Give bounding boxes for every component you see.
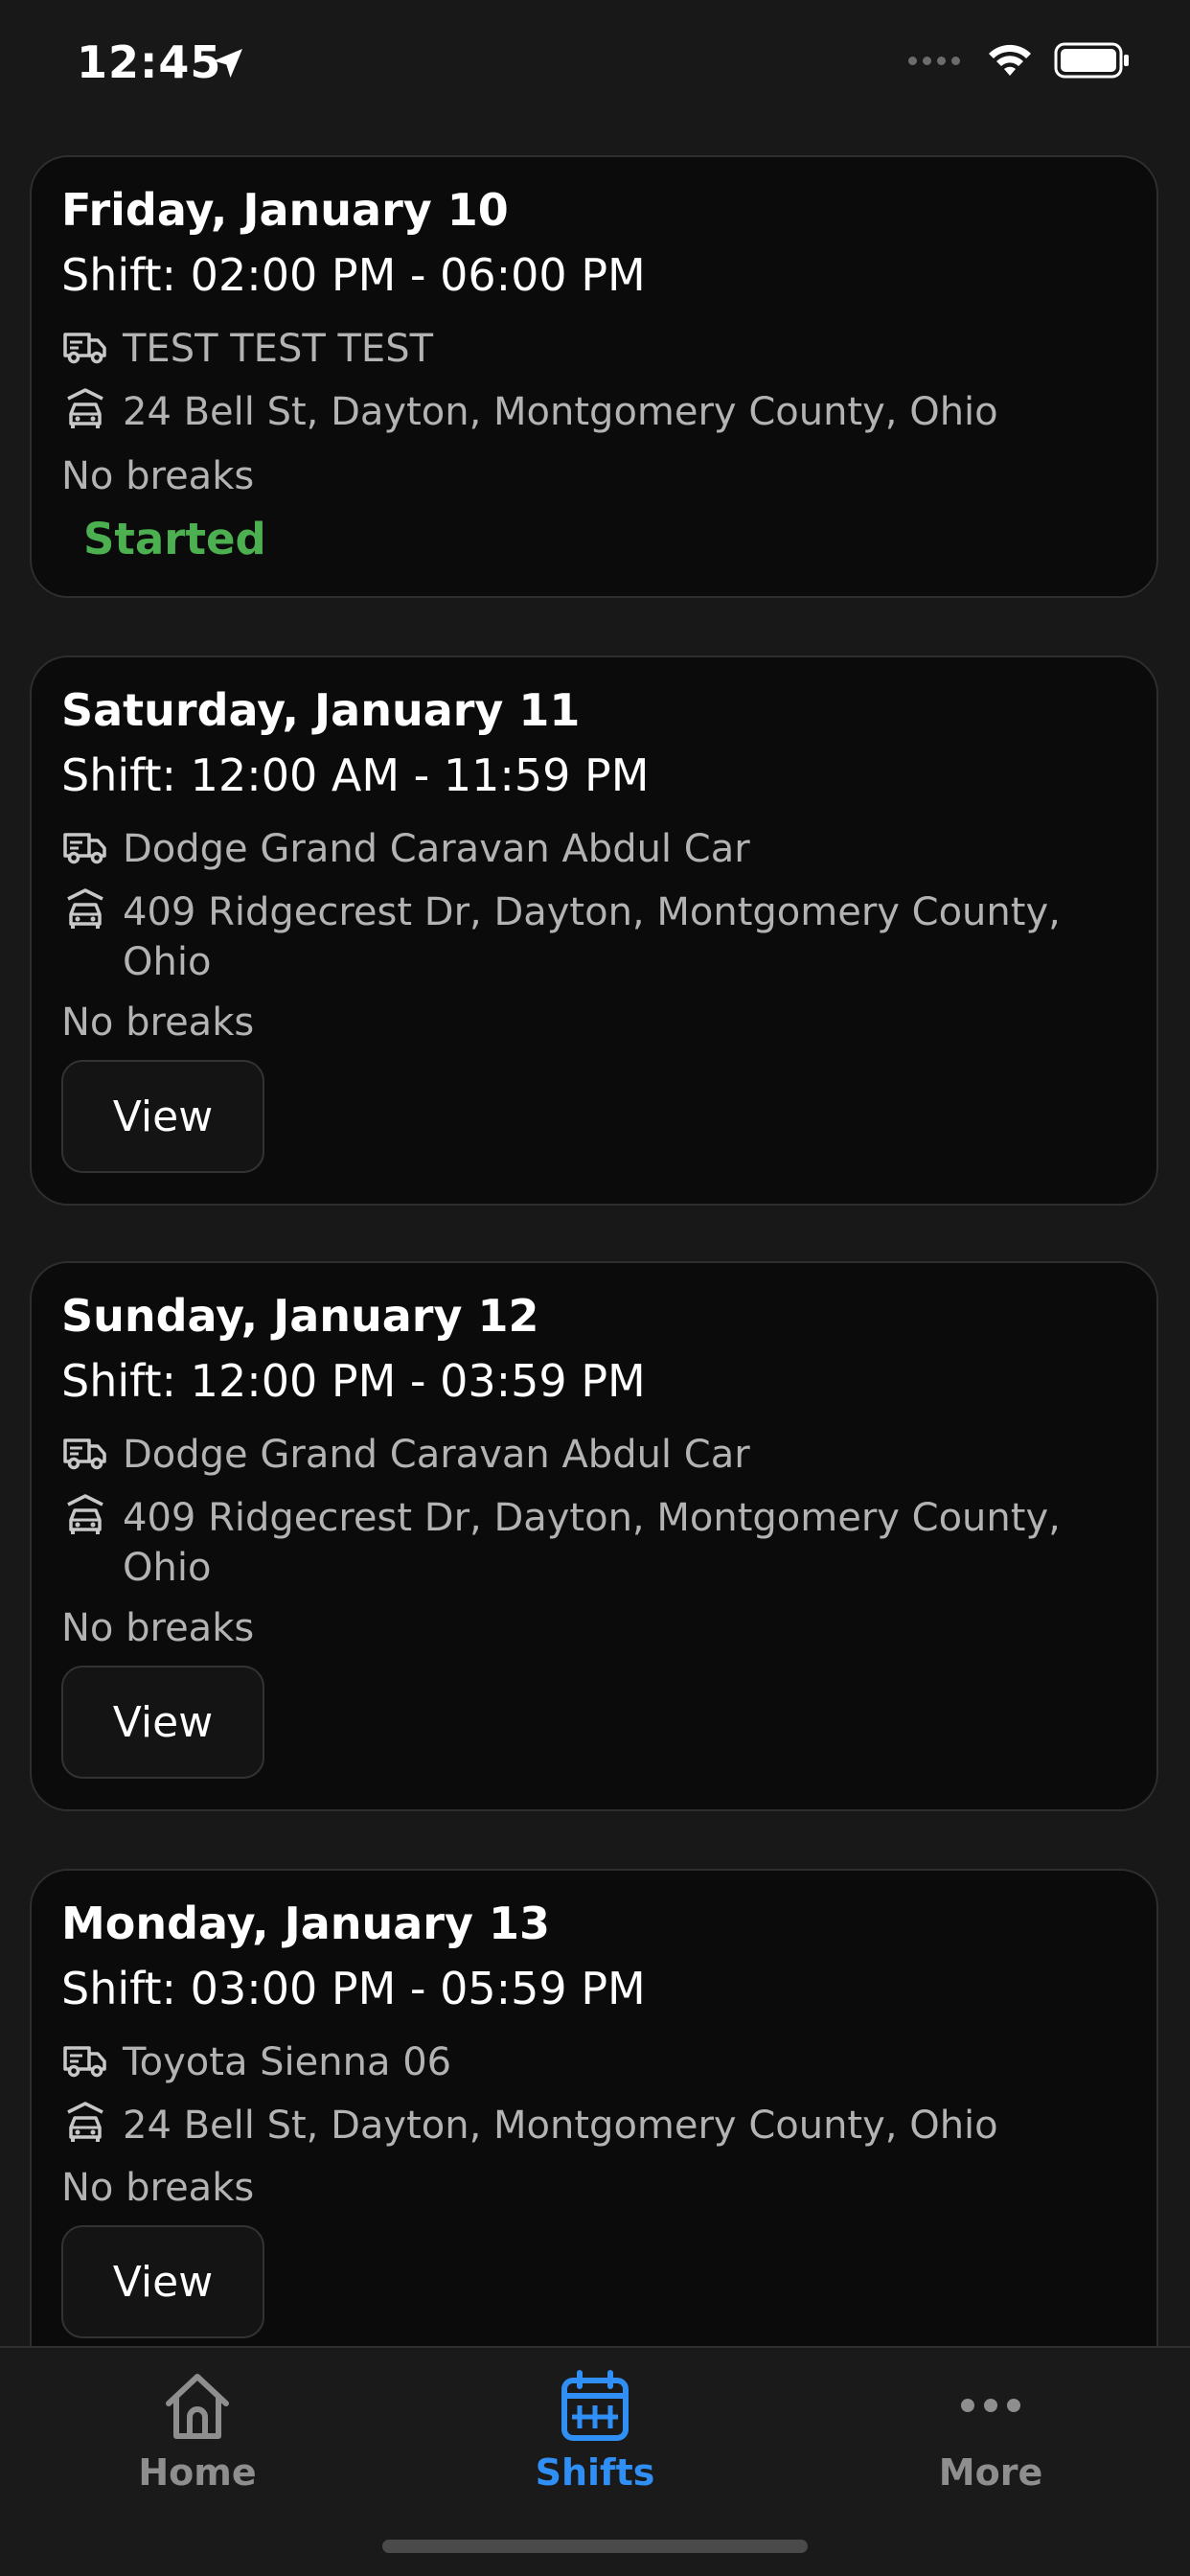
home-indicator[interactable] [382,2540,808,2553]
car-location-icon [67,888,103,929]
location-arrow-icon [214,49,242,78]
address-row: 24 Bell St, Dayton, Montgomery County, O… [61,387,1119,437]
status-label: Started [83,514,266,564]
address-text: 24 Bell St, Dayton, Montgomery County, O… [123,2104,998,2148]
breaks-text: No breaks [61,1606,255,1650]
tab-more-label: More [938,2451,1043,2494]
tab-shifts[interactable]: Shifts [451,2367,739,2494]
address-text: 24 Bell St, Dayton, Montgomery County, O… [123,390,998,434]
tab-home-label: Home [138,2451,257,2494]
more-icon [961,2399,1020,2412]
address-row: 24 Bell St, Dayton, Montgomery County, O… [61,2101,1119,2150]
vehicle-name: Dodge Grand Caravan Abdul Car [123,827,750,871]
status-time: 12:45 [77,36,222,88]
breaks-text: No breaks [61,454,255,498]
vehicle-row: Dodge Grand Caravan Abdul Car [61,1430,1119,1480]
view-button[interactable]: View [61,1060,264,1173]
shift-card[interactable]: Saturday, January 11 Shift: 12:00 AM - 1… [30,656,1158,1206]
shift-date: Monday, January 13 [61,1898,550,1949]
breaks-text: No breaks [61,2166,255,2210]
battery-icon [1054,42,1129,79]
vehicle-name: Dodge Grand Caravan Abdul Car [123,1433,750,1477]
address-text: 409 Ridgecrest Dr, Dayton, Montgomery Co… [123,1496,1061,1590]
view-button[interactable]: View [61,2225,264,2338]
shift-time: Shift: 02:00 PM - 06:00 PM [61,249,646,301]
view-button[interactable]: View [61,1666,264,1779]
address-text: 409 Ridgecrest Dr, Dayton, Montgomery Co… [123,890,1061,984]
vehicle-name: Toyota Sienna 06 [123,2040,452,2084]
shift-time: Shift: 03:00 PM - 05:59 PM [61,1963,646,2014]
address-row: 409 Ridgecrest Dr, Dayton, Montgomery Co… [61,1493,1119,1593]
car-location-icon [67,2102,103,2142]
status-indicators [908,42,1131,79]
tab-home[interactable]: Home [54,2367,341,2494]
address-row: 409 Ridgecrest Dr, Dayton, Montgomery Co… [61,887,1119,987]
car-location-icon [67,388,103,428]
wifi-icon [989,44,1031,76]
vehicle-name: TEST TEST TEST [123,327,434,371]
calendar-icon [561,2370,629,2441]
shift-time: Shift: 12:00 AM - 11:59 PM [61,749,650,801]
vehicle-row: Toyota Sienna 06 [61,2037,1119,2087]
home-icon [166,2374,229,2439]
truck-icon [63,833,106,864]
shift-card[interactable]: Sunday, January 12 Shift: 12:00 PM - 03:… [30,1261,1158,1811]
shift-card[interactable]: Monday, January 13 Shift: 03:00 PM - 05:… [30,1869,1158,2405]
truck-icon [63,333,106,364]
shift-date: Sunday, January 12 [61,1290,539,1342]
cellular-signal-icon [908,56,960,65]
shift-date: Saturday, January 11 [61,684,581,736]
status-bar: 12:45 [0,0,1190,134]
tab-more[interactable]: More [847,2367,1134,2494]
vehicle-row: Dodge Grand Caravan Abdul Car [61,824,1119,874]
shift-card[interactable]: Friday, January 10 Shift: 02:00 PM - 06:… [30,155,1158,598]
vehicle-row: TEST TEST TEST [61,324,1119,374]
shift-time: Shift: 12:00 PM - 03:59 PM [61,1355,646,1407]
tab-shifts-label: Shifts [535,2451,655,2494]
truck-icon [63,2046,106,2078]
shift-date: Friday, January 10 [61,184,509,236]
car-location-icon [67,1494,103,1534]
truck-icon [63,1438,106,1470]
breaks-text: No breaks [61,1000,255,1045]
